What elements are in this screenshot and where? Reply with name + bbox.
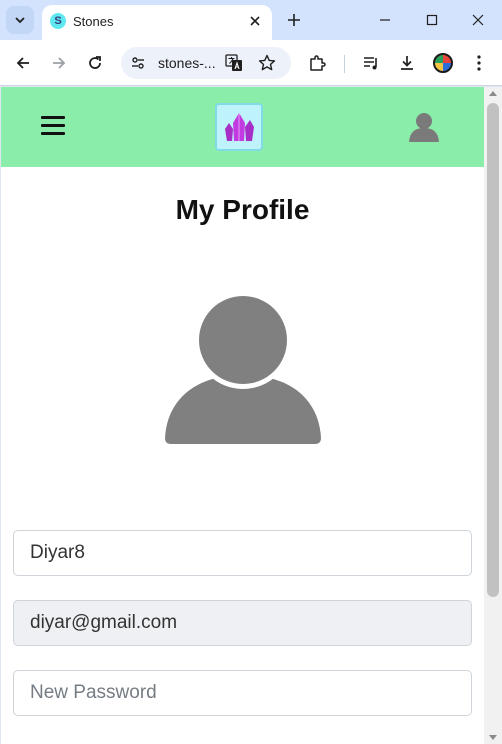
- email-field[interactable]: [13, 600, 472, 646]
- tab-search-button[interactable]: [6, 6, 34, 34]
- user-icon[interactable]: [408, 112, 440, 142]
- browser-menu-button[interactable]: [468, 52, 490, 74]
- close-icon: [472, 14, 484, 26]
- download-icon: [401, 56, 413, 70]
- plus-icon: [288, 14, 300, 26]
- forward-arrow-icon: [53, 57, 66, 69]
- star-icon[interactable]: [258, 54, 276, 72]
- address-bar[interactable]: stones-...: [121, 47, 291, 79]
- puzzle-icon: [310, 55, 326, 71]
- reload-icon: [89, 56, 101, 69]
- user-silhouette-icon: [409, 113, 439, 142]
- user-avatar-icon: [165, 291, 321, 445]
- maximize-button[interactable]: [422, 10, 442, 30]
- url-text: stones-...: [158, 55, 216, 71]
- translate-icon[interactable]: [225, 54, 243, 72]
- tab-title: Stones: [73, 14, 114, 29]
- favicon: S: [50, 13, 66, 29]
- chevron-down-icon: [15, 17, 25, 24]
- maximize-icon: [426, 14, 438, 26]
- page-scrollbar[interactable]: [484, 87, 502, 744]
- crystal-logo[interactable]: [215, 103, 263, 151]
- media-button[interactable]: [360, 52, 382, 74]
- tab-strip: S Stones: [0, 0, 502, 40]
- hamburger-menu-icon[interactable]: [41, 116, 65, 138]
- minimize-button[interactable]: [375, 10, 395, 30]
- close-window-button[interactable]: [468, 10, 488, 30]
- close-icon: [250, 16, 260, 26]
- new-password-field[interactable]: [13, 670, 472, 716]
- crystal-icon: [225, 113, 254, 141]
- page-viewport: My Profile: [1, 87, 484, 744]
- extensions-button[interactable]: [306, 52, 328, 74]
- scroll-thumb[interactable]: [487, 103, 499, 597]
- more-vertical-icon: [477, 55, 481, 71]
- scroll-up-arrow-icon[interactable]: [489, 91, 497, 96]
- scroll-down-arrow-icon[interactable]: [489, 735, 497, 740]
- tune-icon[interactable]: [131, 56, 145, 70]
- new-tab-button[interactable]: [284, 10, 304, 30]
- minimize-icon: [380, 19, 390, 21]
- app-header: [1, 87, 484, 167]
- reload-button[interactable]: [84, 52, 106, 74]
- back-arrow-icon: [16, 57, 29, 69]
- media-playlist-icon: [364, 57, 377, 70]
- browser-toolbar: stones-...: [0, 40, 502, 86]
- page-title: My Profile: [175, 194, 310, 225]
- downloads-button[interactable]: [396, 52, 418, 74]
- username-field[interactable]: [13, 530, 472, 576]
- browser-tab[interactable]: S Stones: [42, 5, 272, 40]
- toolbar-separator: [344, 55, 345, 73]
- tab-close-button[interactable]: [246, 12, 264, 30]
- profile-avatar-icon[interactable]: [433, 53, 453, 73]
- browser-window: S Stones stones-... My Profile Diyar8 di…: [0, 0, 502, 744]
- back-button[interactable]: [12, 52, 34, 74]
- forward-button[interactable]: [48, 52, 70, 74]
